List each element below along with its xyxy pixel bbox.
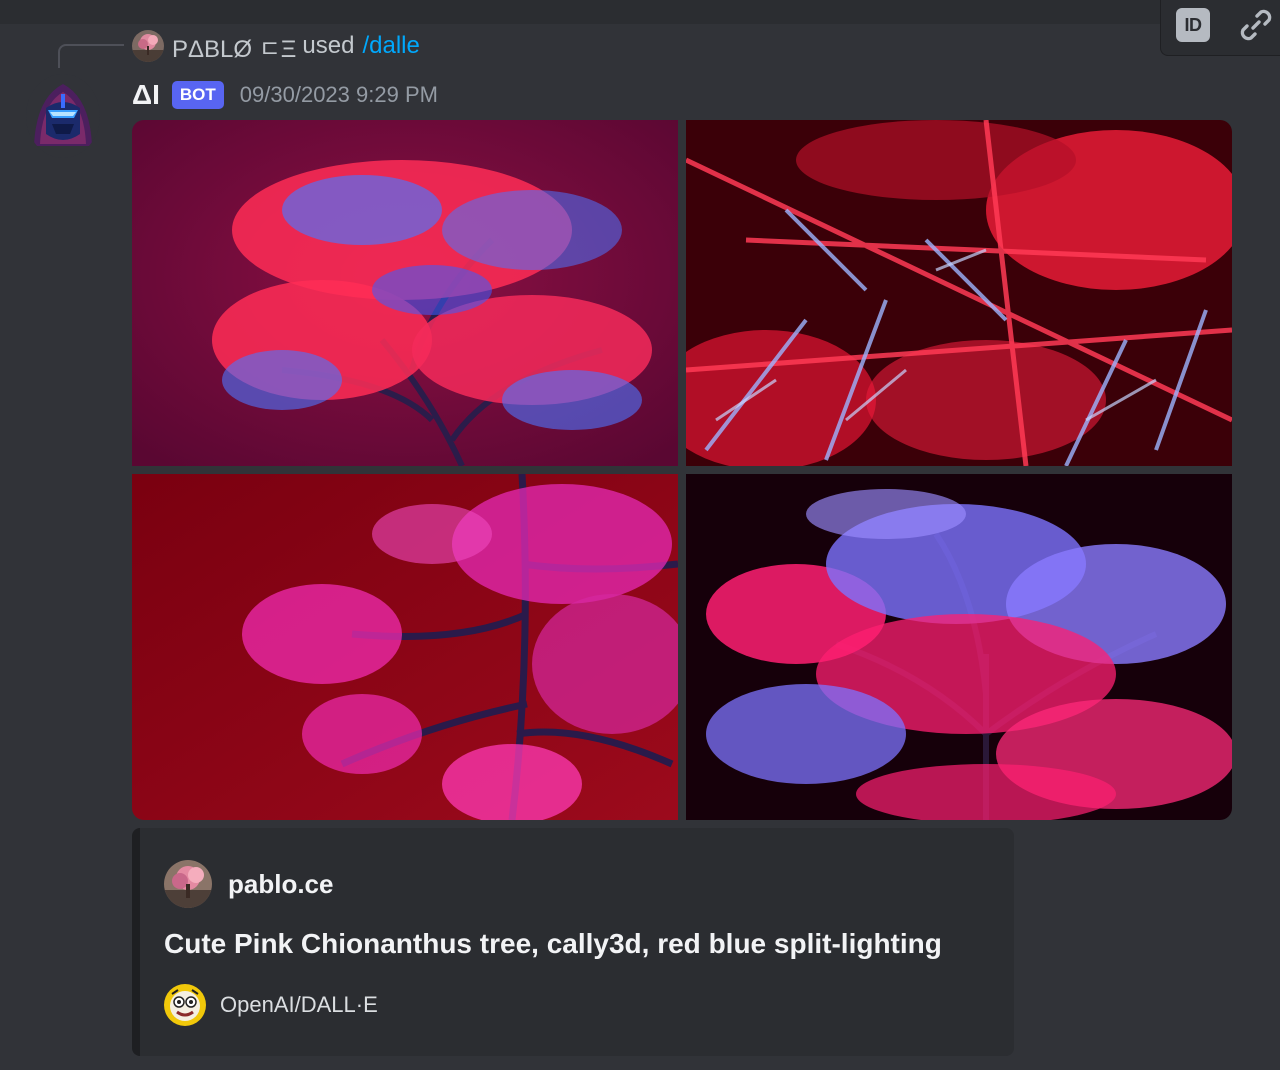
copy-link-icon[interactable] — [1237, 6, 1275, 44]
embed-footer: OpenAI/DALL·E — [164, 984, 378, 1026]
command-reply-context[interactable]: PΔBLØ ㄷΞ used /dalle — [132, 29, 420, 64]
embed-author-name[interactable]: pablo.ce — [228, 869, 333, 900]
reply-user-avatar[interactable] — [132, 30, 164, 62]
copy-id-icon[interactable]: ID — [1176, 8, 1210, 42]
reply-spine — [58, 44, 124, 68]
embed-author: pablo.ce — [164, 860, 333, 908]
message-timestamp[interactable]: 09/30/2023 9:29 PM — [240, 82, 438, 108]
bot-avatar[interactable] — [26, 74, 100, 158]
bot-tag-badge: BOT — [171, 81, 224, 109]
message-hover-toolbar: ID — [1160, 0, 1280, 56]
generated-image-2[interactable] — [686, 120, 1232, 466]
bot-username[interactable]: ΔI — [132, 79, 160, 111]
generated-image-1[interactable] — [132, 120, 678, 466]
previous-message-area — [0, 0, 1280, 24]
reply-used-text: used — [302, 32, 355, 59]
message-header: ΔI BOT 09/30/2023 9:29 PM — [132, 78, 438, 112]
embed-author-avatar[interactable] — [164, 860, 212, 908]
generated-image-4[interactable] — [686, 474, 1232, 820]
openai-dalle-icon — [164, 984, 206, 1026]
image-attachment-grid — [132, 120, 1232, 820]
prompt-embed: pablo.ce Cute Pink Chionanthus tree, cal… — [132, 828, 1014, 1056]
slash-command-link[interactable]: /dalle — [362, 32, 419, 60]
embed-prompt-title: Cute Pink Chionanthus tree, cally3d, red… — [164, 928, 942, 959]
generated-image-3[interactable] — [132, 474, 678, 820]
reply-username[interactable]: PΔBLØ ㄷΞ — [172, 29, 296, 64]
embed-footer-text: OpenAI/DALL·E — [220, 992, 378, 1017]
